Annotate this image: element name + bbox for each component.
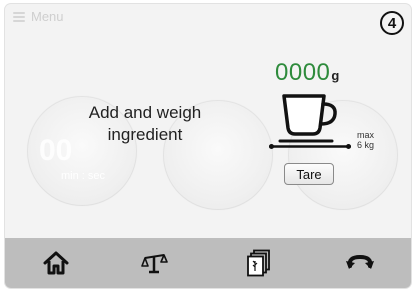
weight-readout: 0000 g [275,59,339,87]
scale-platform-icon [269,144,351,149]
instruction-text: Add and weigh ingredient [65,102,225,146]
step-indicator: 4 [380,11,404,35]
menu-button[interactable]: Menu [13,9,64,24]
timer-ghost-label: min : sec [61,170,106,182]
max-value: 6 kg [357,140,375,150]
device-screen: Menu 4 00 min : sec Add and weigh ingred… [5,4,411,288]
bowl-icon [278,94,337,143]
nav-scale-button[interactable] [107,238,209,288]
home-icon [43,251,69,275]
hamburger-icon [13,11,25,22]
weight-value: 0000 [275,59,331,86]
tare-button[interactable]: Tare [284,163,334,185]
nav-reverse-button[interactable] [310,238,412,288]
top-bar: Menu 4 [5,4,411,35]
max-label: max [357,130,375,140]
weight-unit: g [331,68,340,83]
bottom-navbar [5,238,411,288]
instruction-line-2: ingredient [107,125,183,144]
max-capacity: max 6 kg [357,130,374,150]
instruction-line-1: Add and weigh [88,103,202,122]
recipe-cards-icon [246,249,270,277]
scale-icon [141,254,169,274]
reverse-icon [346,254,375,269]
menu-label: Menu [31,9,64,24]
nav-home-button[interactable] [5,238,107,288]
nav-recipes-button[interactable] [208,238,310,288]
